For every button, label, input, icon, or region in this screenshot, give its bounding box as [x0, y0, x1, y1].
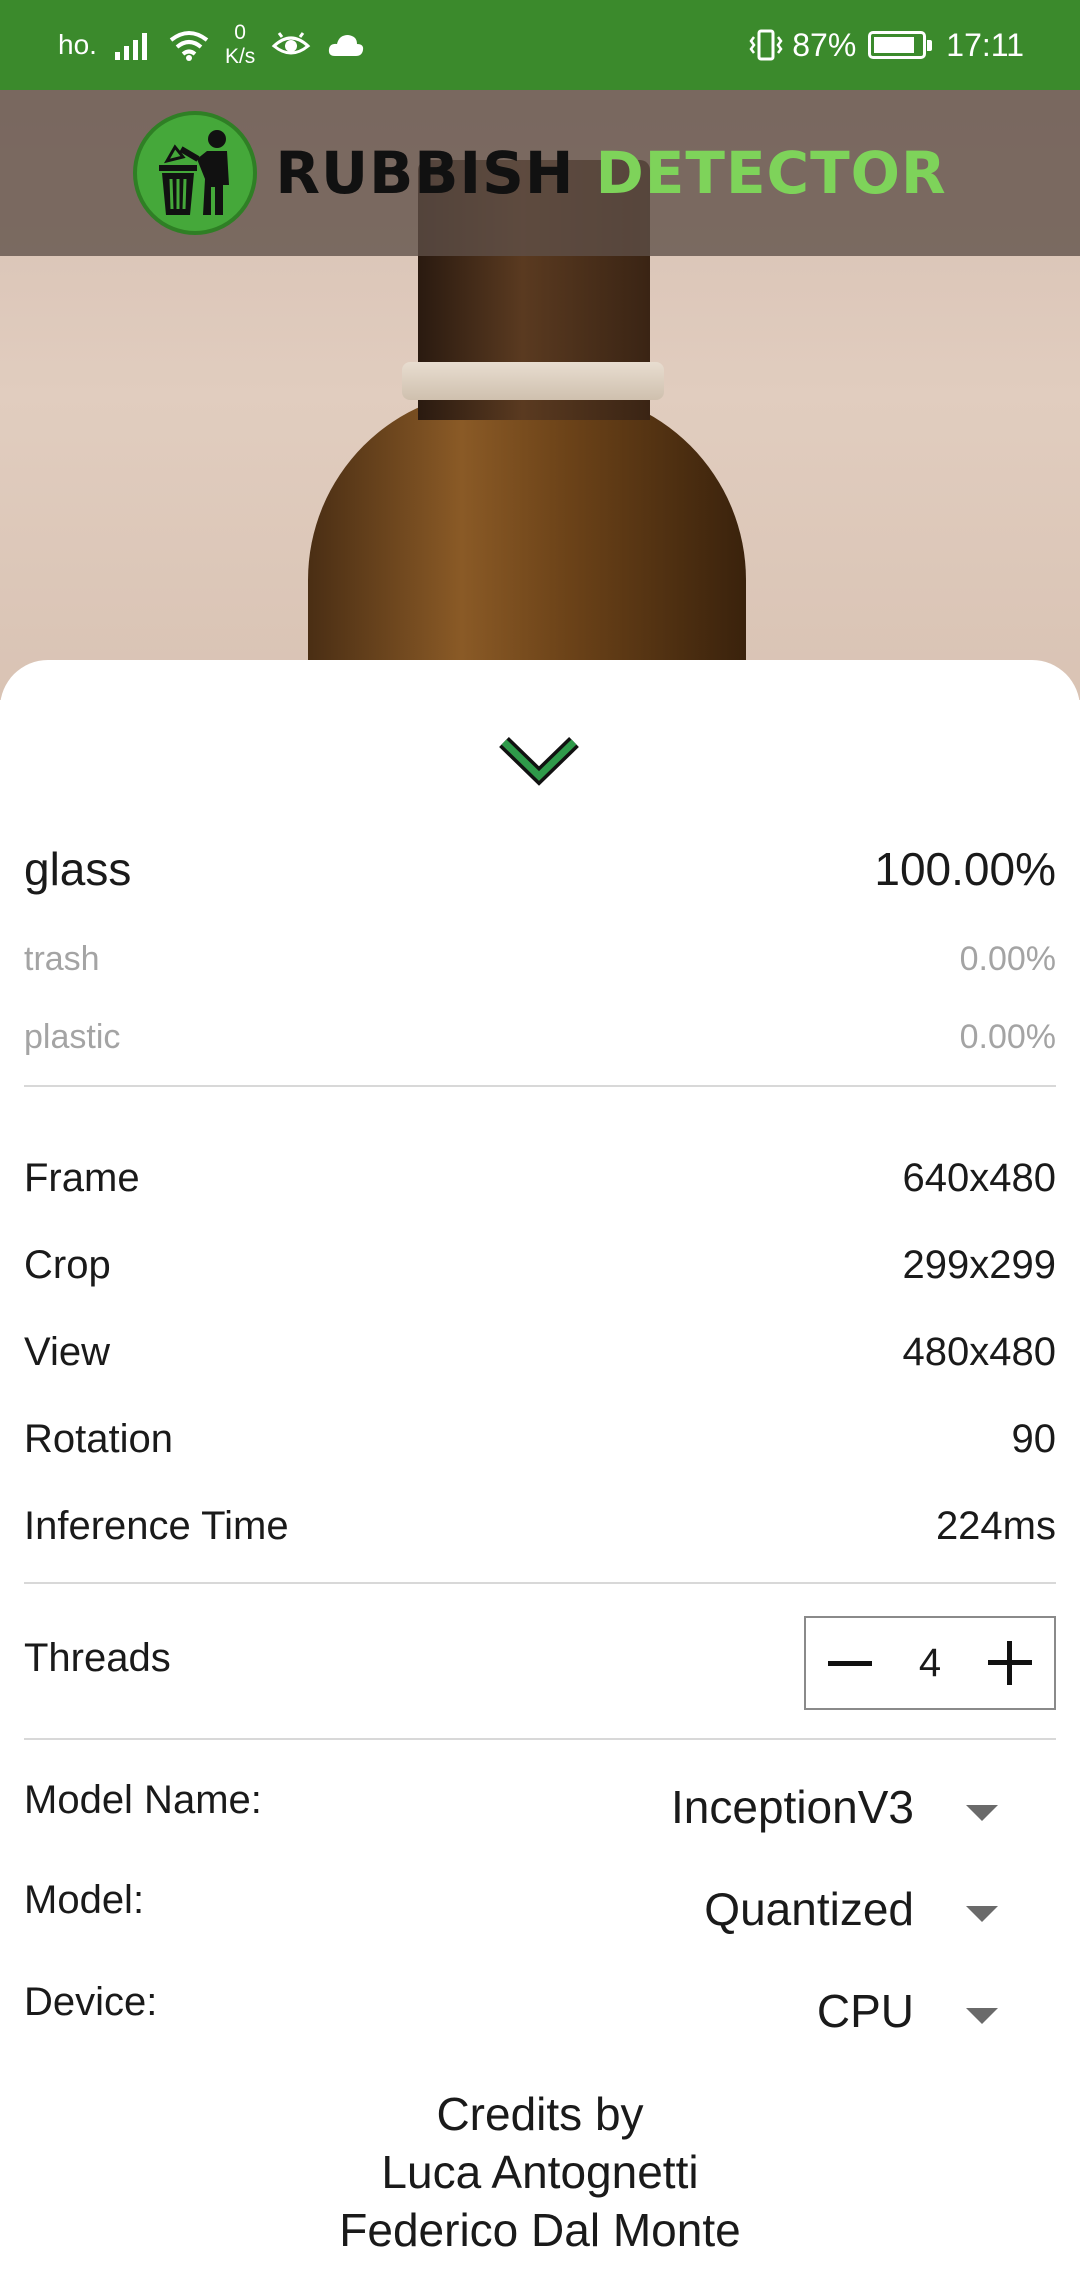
info-label: Crop	[24, 1243, 111, 1287]
carrier-label: ho.	[58, 29, 97, 60]
info-label: View	[24, 1330, 110, 1374]
network-speed: 0 K/s	[225, 21, 255, 69]
info-value: 224ms	[935, 1504, 1056, 1548]
plus-icon	[988, 1641, 1032, 1685]
app-header-banner: RUBBISH DETECTOR	[0, 90, 1080, 256]
battery-icon	[868, 31, 933, 59]
info-row-rotation: Rotation 90	[24, 1417, 1056, 1462]
divider	[24, 1582, 1056, 1584]
credits-heading: Credits by	[436, 2088, 644, 2140]
model-value[interactable]: Quantized	[704, 1882, 914, 1936]
cloud-icon	[329, 35, 364, 56]
battery-level-fill	[874, 37, 915, 53]
network-speed-value: 0	[234, 21, 246, 44]
divider	[24, 1085, 1056, 1087]
result-score: 100.00%	[874, 843, 1056, 895]
threads-decrement-button[interactable]	[826, 1639, 874, 1687]
result-row-3: plastic 0.00%	[24, 1018, 1056, 1057]
info-value: 299x299	[902, 1243, 1056, 1287]
result-row-1: glass 100.00%	[24, 842, 1056, 896]
model-label: Model:	[24, 1878, 145, 1922]
status-bar: ho. 0 K/s 87% 17:11	[0, 0, 1080, 90]
info-row-crop: Crop 299x299	[24, 1243, 1056, 1288]
model-name-value[interactable]: InceptionV3	[671, 1780, 914, 1834]
network-speed-unit: K/s	[224, 45, 256, 68]
result-score: 0.00%	[959, 940, 1056, 978]
credits-author-1: Luca Antognetti	[381, 2146, 699, 2198]
clock: 17:11	[946, 26, 1024, 63]
status-bar-right: 87% 17:11	[748, 0, 1024, 90]
minus-icon	[828, 1660, 872, 1666]
wifi-icon	[169, 31, 209, 61]
vibrate-icon	[749, 29, 783, 61]
divider	[24, 1738, 1056, 1740]
status-bar-left: ho. 0 K/s	[58, 0, 365, 90]
credits-author-2: Federico Dal Monte	[339, 2204, 741, 2256]
camera-preview[interactable]: RUBBISH DETECTOR	[0, 90, 1080, 700]
info-value: 640x480	[902, 1156, 1056, 1200]
dropdown-arrow-icon[interactable]	[966, 1805, 998, 1821]
info-value: 90	[1011, 1417, 1057, 1461]
signal-icon	[114, 33, 147, 60]
result-label: trash	[24, 940, 100, 978]
credits: Credits by Luca Antognetti Federico Dal …	[0, 2085, 1080, 2259]
model-name-label: Model Name:	[24, 1778, 262, 1822]
info-label: Inference Time	[24, 1504, 289, 1548]
info-label: Frame	[24, 1156, 140, 1200]
bottle-ring-image	[402, 362, 664, 400]
chevron-down-icon[interactable]	[496, 732, 582, 792]
threads-increment-button[interactable]	[986, 1639, 1034, 1687]
info-row-inference-time: Inference Time 224ms	[24, 1504, 1056, 1549]
threads-stepper: 4	[804, 1616, 1056, 1710]
eye-icon	[272, 32, 311, 55]
bottle-body-image	[308, 390, 746, 700]
info-row-frame: Frame 640x480	[24, 1156, 1056, 1201]
result-score: 0.00%	[959, 1018, 1056, 1056]
battery-percent: 87%	[792, 26, 857, 63]
brand-detector: DETECTOR	[595, 139, 947, 207]
info-row-view: View 480x480	[24, 1330, 1056, 1375]
threads-label: Threads	[24, 1636, 171, 1680]
threads-value: 4	[918, 1640, 942, 1685]
result-label: glass	[24, 843, 132, 895]
device-label: Device:	[24, 1980, 158, 2024]
dropdown-arrow-icon[interactable]	[966, 1906, 998, 1922]
trash-person-logo	[133, 111, 258, 235]
result-row-2: trash 0.00%	[24, 940, 1056, 979]
info-value: 480x480	[902, 1330, 1056, 1374]
result-label: plastic	[24, 1018, 121, 1056]
threads-row: Threads	[24, 1636, 171, 1681]
dropdown-arrow-icon[interactable]	[966, 2008, 998, 2024]
brand-rubbish: RUBBISH	[275, 139, 575, 207]
device-value[interactable]: CPU	[817, 1984, 914, 2038]
trash-person-icon	[159, 130, 230, 215]
app-brand-title: RUBBISH DETECTOR	[275, 139, 946, 207]
bottom-sheet: glass 100.00% trash 0.00% plastic 0.00% …	[0, 660, 1080, 2280]
info-label: Rotation	[24, 1417, 173, 1461]
